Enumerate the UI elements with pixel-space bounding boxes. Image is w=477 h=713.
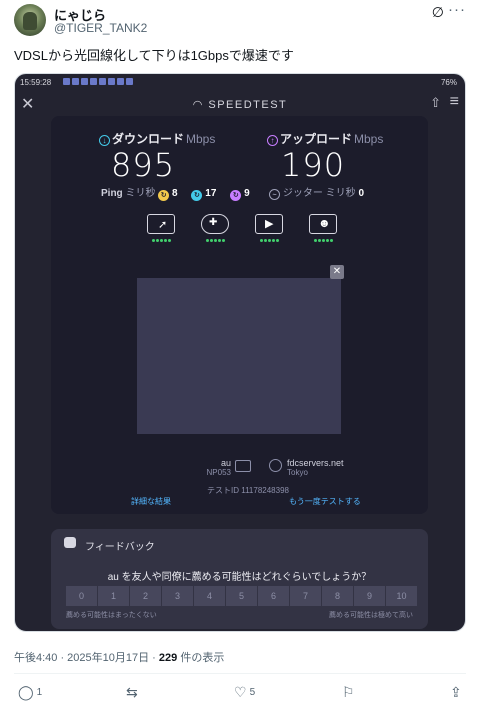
- detailed-results-link: 詳細な結果: [131, 497, 171, 506]
- globe-icon: [269, 459, 282, 472]
- gaming-icon: ✚: [199, 214, 231, 248]
- scale-high-label: 薦める可能性は極めて高い: [329, 612, 413, 619]
- rating-scale: 0 1 2 3 4 5 6 7 8 9 10: [66, 586, 417, 606]
- test-id: テストID 11178248398: [207, 486, 289, 495]
- post-text: VDSLから光回線化して下りは1Gbpsで爆速です: [14, 48, 294, 63]
- status-bar: 15:59:28 76%: [15, 74, 465, 90]
- views-label: 件の表示: [180, 652, 225, 664]
- scale-low-label: 薦める可能性はまったくない: [66, 612, 157, 619]
- ping-download-icon: ↻: [191, 190, 203, 201]
- feedback-title: フィードバック: [85, 542, 155, 553]
- isp-server-icon: [235, 460, 251, 472]
- feedback-question: au を友人や同僚に薦める可能性はどれぐらいでしょうか？: [107, 572, 372, 583]
- status-time: 15:59:28: [20, 78, 52, 87]
- menu-icon: ≡: [449, 93, 459, 110]
- rating-option: 2: [130, 586, 161, 606]
- ping-upload-value: 9: [244, 188, 250, 199]
- isp-info: au NP053: [206, 458, 231, 477]
- ping-idle-value: 8: [172, 188, 178, 199]
- notification-icons: [63, 78, 133, 85]
- ad-close-icon: ✕: [330, 265, 344, 279]
- retweet-icon: ⇆: [126, 684, 138, 700]
- rating-option: 10: [386, 586, 417, 606]
- feedback-icon: [64, 537, 76, 548]
- video-icon: ▶: [253, 214, 285, 248]
- views-count: 229: [158, 652, 178, 664]
- rating-option: 8: [322, 586, 353, 606]
- rating-option: 7: [290, 586, 321, 606]
- post-header: にゃじら @TIGER_TANK2 ∅ ···: [14, 1, 466, 38]
- reply-button[interactable]: ◯ 1: [18, 684, 42, 701]
- feedback-panel: フィードバック au を友人や同僚に薦める可能性はどれぐらいでしょうか？ 0 1…: [51, 529, 428, 629]
- upload-value: 190: [281, 146, 346, 184]
- browsing-icon: ➚: [145, 214, 177, 248]
- share-button[interactable]: ⇪: [450, 684, 462, 701]
- ad-placeholder: [137, 278, 341, 434]
- upload-icon: ↑: [267, 135, 278, 146]
- rating-option: 6: [258, 586, 289, 606]
- download-value: 895: [111, 146, 176, 184]
- app-brand: ◠ SPEEDTEST: [192, 99, 288, 111]
- rating-option: 9: [354, 586, 385, 606]
- user-handle[interactable]: @TIGER_TANK2: [54, 21, 147, 35]
- rating-option: 3: [162, 586, 193, 606]
- speedtest-topbar: ✕ ◠ SPEEDTEST ⇧ ≡: [15, 92, 465, 116]
- action-bar: ◯ 1 ⇆ ♡ 5 ⚐ ⇪: [14, 684, 466, 704]
- avatar[interactable]: [14, 4, 46, 36]
- app-performance-icons: ➚ ✚ ▶ ☻: [139, 214, 339, 248]
- share-icon: ⇧: [430, 95, 441, 110]
- result-card: ↓ ダウンロード Mbps 895 ↑ アップロード Mbps 190 Ping ミリ秒…: [51, 116, 428, 514]
- rating-option: 5: [226, 586, 257, 606]
- video-call-icon: ☻: [307, 214, 339, 248]
- post-meta: 午後4:40 · 2025年10月17日 · 229 件の表示: [14, 649, 224, 665]
- like-button[interactable]: ♡ 5: [234, 684, 255, 701]
- like-icon: ♡: [234, 684, 247, 700]
- grok-icon[interactable]: ∅: [432, 4, 444, 21]
- upload-label: ↑ アップロード Mbps: [267, 130, 383, 147]
- more-icon[interactable]: ···: [448, 1, 466, 18]
- rating-option: 0: [66, 586, 97, 606]
- attached-image[interactable]: 15:59:28 76% ✕ ◠ SPEEDTEST ⇧ ≡ ↓ ダウンロード Mb…: [14, 73, 466, 632]
- share-icon: ⇪: [450, 684, 462, 700]
- jitter-icon: ~: [269, 189, 281, 200]
- ping-idle-icon: ↻: [158, 190, 170, 201]
- rating-option: 1: [98, 586, 129, 606]
- divider: [14, 673, 466, 674]
- host-info: fdcservers.net Tokyo: [287, 458, 344, 477]
- jitter-value: 0: [358, 188, 364, 199]
- ping-upload-icon: ↻: [230, 190, 242, 201]
- rating-option: 4: [194, 586, 225, 606]
- ping-row: Ping ミリ秒 ↻ 8 ↻ 17 ↻ 9 ~ ジッター ミリ秒 0: [101, 188, 364, 201]
- retest-link: もう一度テストする: [289, 497, 361, 506]
- bookmark-icon: ⚐: [342, 684, 355, 700]
- post-timestamp[interactable]: 午後4:40 · 2025年10月17日 ·: [14, 652, 156, 664]
- download-label: ↓ ダウンロード Mbps: [99, 130, 215, 147]
- ping-download-value: 17: [205, 188, 217, 199]
- battery-level: 76%: [440, 78, 457, 87]
- download-icon: ↓: [99, 135, 110, 146]
- retweet-button[interactable]: ⇆: [126, 684, 141, 701]
- bookmark-button[interactable]: ⚐: [342, 684, 355, 701]
- reply-icon: ◯: [18, 684, 34, 700]
